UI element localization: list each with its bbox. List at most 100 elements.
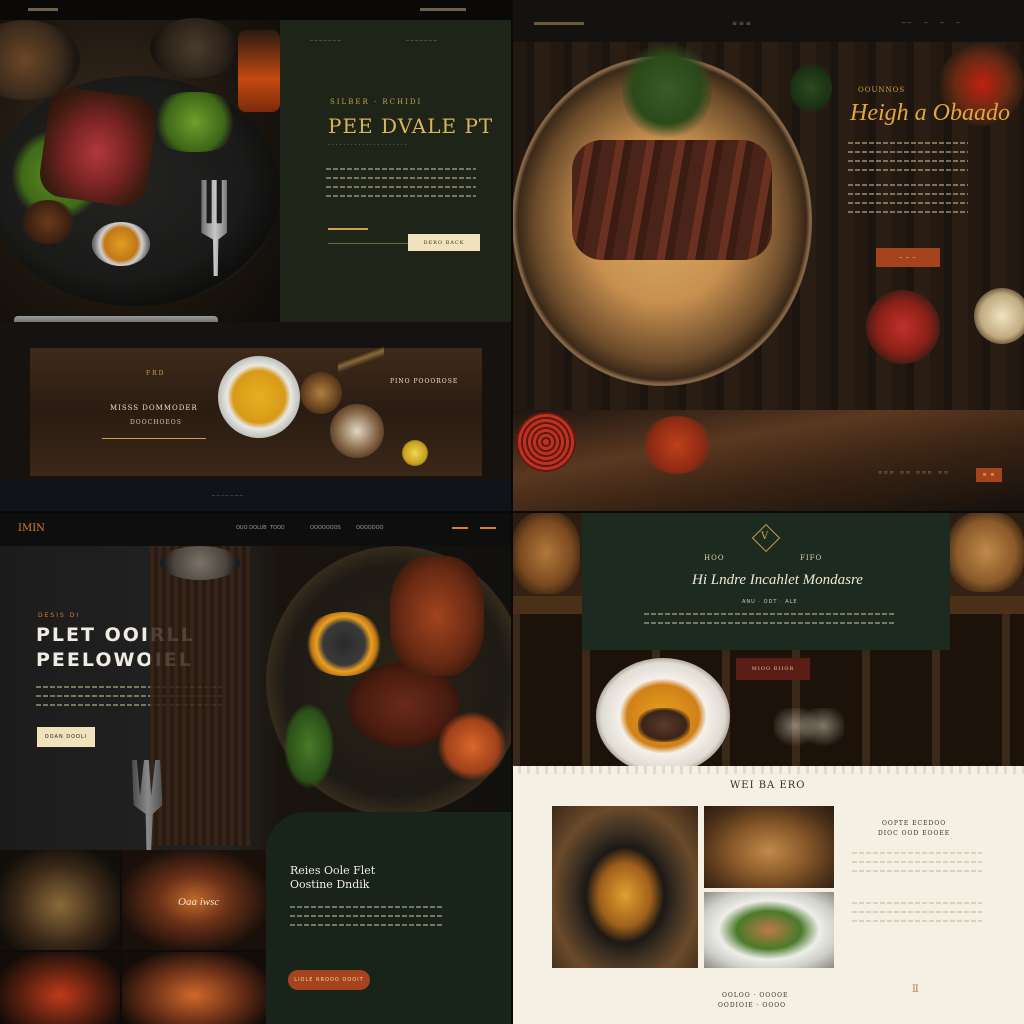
q2-cheese-bowl-image — [974, 288, 1024, 344]
q3-nav-link[interactable]: OOOOOOOS — [310, 525, 341, 531]
q1-section-sub: DOOCHOEOS — [130, 419, 182, 426]
q3-photo-dish-1 — [0, 952, 120, 1024]
quadrant-divider-horizontal — [0, 511, 1024, 513]
q2-red-onion-image — [516, 412, 576, 472]
q1-restaurant-mockup: ─ ─ ─ ─ ─ ─ ─ ─ ─ ─ ─ ─ ─ ─ SILBER · RCH… — [0, 0, 512, 512]
q1-thin-rule — [328, 243, 408, 244]
q1-gold-rule — [328, 228, 368, 230]
q1-section-rule — [102, 438, 206, 439]
q2-sauce-bowl-image — [866, 290, 940, 364]
q4-side-heading-2: DIOC OOD EOOEE — [878, 830, 951, 837]
q1-spice-bowl-image — [300, 372, 342, 414]
q3-photo-caption: Oaa iwsc — [178, 896, 220, 908]
q2-nav-link[interactable]: ─ — [924, 20, 928, 27]
q1-garlic-bowl-image — [330, 404, 384, 458]
q1-logo[interactable] — [28, 8, 58, 11]
q1-top-bar — [0, 0, 512, 20]
q2-footer-link[interactable]: ≡ ≡ — [900, 470, 910, 476]
q4-hero-banner: V HOO FIFO Hi Lndre Incahlet Mondasre AN… — [582, 512, 950, 650]
q4-side-heading-1: OOPTE ECEDOO — [882, 820, 947, 827]
q2-basil-image — [790, 62, 832, 114]
q4-side-body — [852, 852, 982, 879]
q2-footer-link[interactable]: ≡ ≡ ≡ — [916, 470, 932, 476]
q4-hero-title: Hi Lndre Incahlet Mondasre — [692, 572, 863, 588]
q2-cta-button[interactable]: ─ ─ ─ — [876, 248, 940, 267]
q4-side-icon: Ⅱ — [912, 984, 919, 995]
q2-restaurant-mockup: ≡ ≡ ≡ ─ ─ ─ ─ ─ OOUNNOS Heigh a Obaado ─… — [512, 0, 1024, 512]
q4-footer-line-2: OODIOIE · OOOO — [718, 1002, 787, 1009]
q2-body-text — [848, 142, 968, 178]
q4-restaurant-mockup: V HOO FIFO Hi Lndre Incahlet Mondasre AN… — [512, 512, 1024, 1024]
q4-cta-button[interactable]: MIOO RIIOR — [736, 658, 810, 680]
q3-info-button[interactable]: LIOLE RROOO OOOIT — [288, 970, 370, 990]
q1-pasta-bowl-image — [218, 356, 300, 438]
q2-kicker: OOUNNOS — [858, 86, 906, 94]
q2-footer-button[interactable]: ≡ ≡ — [976, 468, 1002, 482]
q3-orange-wedge-image — [438, 712, 506, 780]
q3-cta-button[interactable]: OOAN DOOLI — [37, 727, 95, 747]
q2-footer-link[interactable]: ≡ ≡ ≡ — [878, 470, 894, 476]
q1-sauce-bowl-image — [92, 222, 150, 266]
q1-subline: · · · · · · · · · · · · · · · · · · · · … — [328, 142, 407, 149]
q4-hero-body — [644, 613, 894, 631]
q1-panel-nav-link[interactable]: ─ ─ ─ ─ ─ ─ ─ — [310, 38, 341, 44]
q1-panel-nav-link[interactable]: ─ ─ ─ ─ ─ ─ ─ — [406, 38, 437, 44]
q4-dish-photo-bottom — [704, 892, 834, 968]
q3-top-bar: IMIN OUO DOLUB TOOD OOOOOOOS OOOODOO — [0, 512, 512, 546]
q4-label-left: HOO — [704, 554, 725, 562]
q1-glass-image — [150, 18, 240, 78]
q3-info-title-2: Oostine Dndik — [290, 878, 370, 891]
q1-roasted-veg-image — [20, 200, 76, 244]
q1-section-title: MISSS DOMMODER — [110, 404, 198, 412]
q2-logo[interactable] — [534, 22, 584, 25]
q1-greens-right-image — [150, 92, 240, 152]
q1-section-right: PINO POOOROSE — [390, 378, 459, 385]
q4-bread-left-image — [512, 512, 580, 594]
q2-footer-link[interactable]: ≡ ≡ — [938, 470, 948, 476]
q3-info-panel: Reies Oole Flet Oostine Dndik LIOLE RROO… — [266, 812, 512, 1024]
q1-kicker: SILBER · RCHIDI — [330, 98, 423, 106]
q3-nav-link[interactable]: TOOD — [270, 525, 285, 531]
q4-soup-meat-image — [638, 708, 690, 742]
q2-nav-link[interactable]: ─ — [940, 20, 944, 27]
q1-hero-panel: ─ ─ ─ ─ ─ ─ ─ ─ ─ ─ ─ ─ ─ ─ SILBER · RCH… — [280, 20, 512, 322]
q2-body-text-2 — [848, 184, 968, 220]
q4-dish-photo-large — [552, 806, 698, 968]
q4-dish-photo-top — [704, 806, 834, 888]
q3-restaurant-mockup: IMIN OUO DOLUB TOOD OOOOOOOS OOOODOO DES… — [0, 512, 512, 1024]
q4-hero-meta: ANU · ODT · ALE — [742, 599, 798, 605]
q1-footer-links[interactable]: ─ ─ ─ ─ ─ ─ ─ — [212, 493, 243, 499]
q3-nav-active-2[interactable] — [480, 527, 496, 529]
q1-panel-nav: ─ ─ ─ ─ ─ ─ ─ ─ ─ ─ ─ ─ ─ ─ — [310, 38, 490, 44]
q1-body-text — [326, 168, 476, 204]
q2-nav-link[interactable]: ≡ ≡ ≡ — [732, 20, 751, 27]
q2-nav-link[interactable]: ─ ─ — [902, 20, 911, 27]
q1-lower-section: FRD MISSS DOMMODER DOOCHOEOS PINO POOORO… — [0, 322, 512, 480]
q1-nav-link[interactable] — [420, 8, 466, 11]
q4-label-right: FIFO — [800, 554, 823, 562]
q4-emblem-letter: V — [761, 531, 769, 542]
q1-steak-image — [36, 85, 160, 209]
q1-juice-glass-image — [238, 30, 280, 112]
q1-cta-button[interactable]: DERO BACK — [408, 234, 480, 251]
q3-logo[interactable]: IMIN — [18, 523, 45, 534]
q3-jar-lid-image — [160, 546, 240, 580]
q3-kicker: DESIS DI — [38, 612, 81, 619]
q3-lemon-slice-image — [302, 612, 386, 676]
q4-side-body-2 — [852, 902, 982, 929]
q2-top-bar: ≡ ≡ ≡ ─ ─ ─ ─ ─ — [512, 0, 1024, 42]
q4-bread-right-image — [948, 512, 1024, 592]
q3-basil-leaf-image — [284, 704, 334, 788]
q3-info-body — [290, 906, 442, 933]
q4-menu-section: WEI BA ERO OOPTE ECEDOO DIOC OOD EOOEE Ⅱ… — [512, 766, 1024, 1024]
q2-nav-link[interactable]: ─ — [956, 20, 960, 27]
q3-photo-platter — [0, 850, 120, 950]
q3-info-title-1: Reies Oole Flet — [290, 864, 376, 877]
q3-chicken-leg-image — [390, 556, 484, 676]
q3-nav-link[interactable]: OUO DOLUB — [236, 525, 267, 531]
q2-beef-slices-image — [572, 140, 772, 260]
q3-nav-active[interactable] — [452, 527, 468, 529]
q3-nav-link[interactable]: OOOODOO — [356, 525, 383, 531]
q1-title: PEE DVALE PT — [328, 114, 494, 138]
q4-wine-glasses-image — [774, 708, 844, 768]
